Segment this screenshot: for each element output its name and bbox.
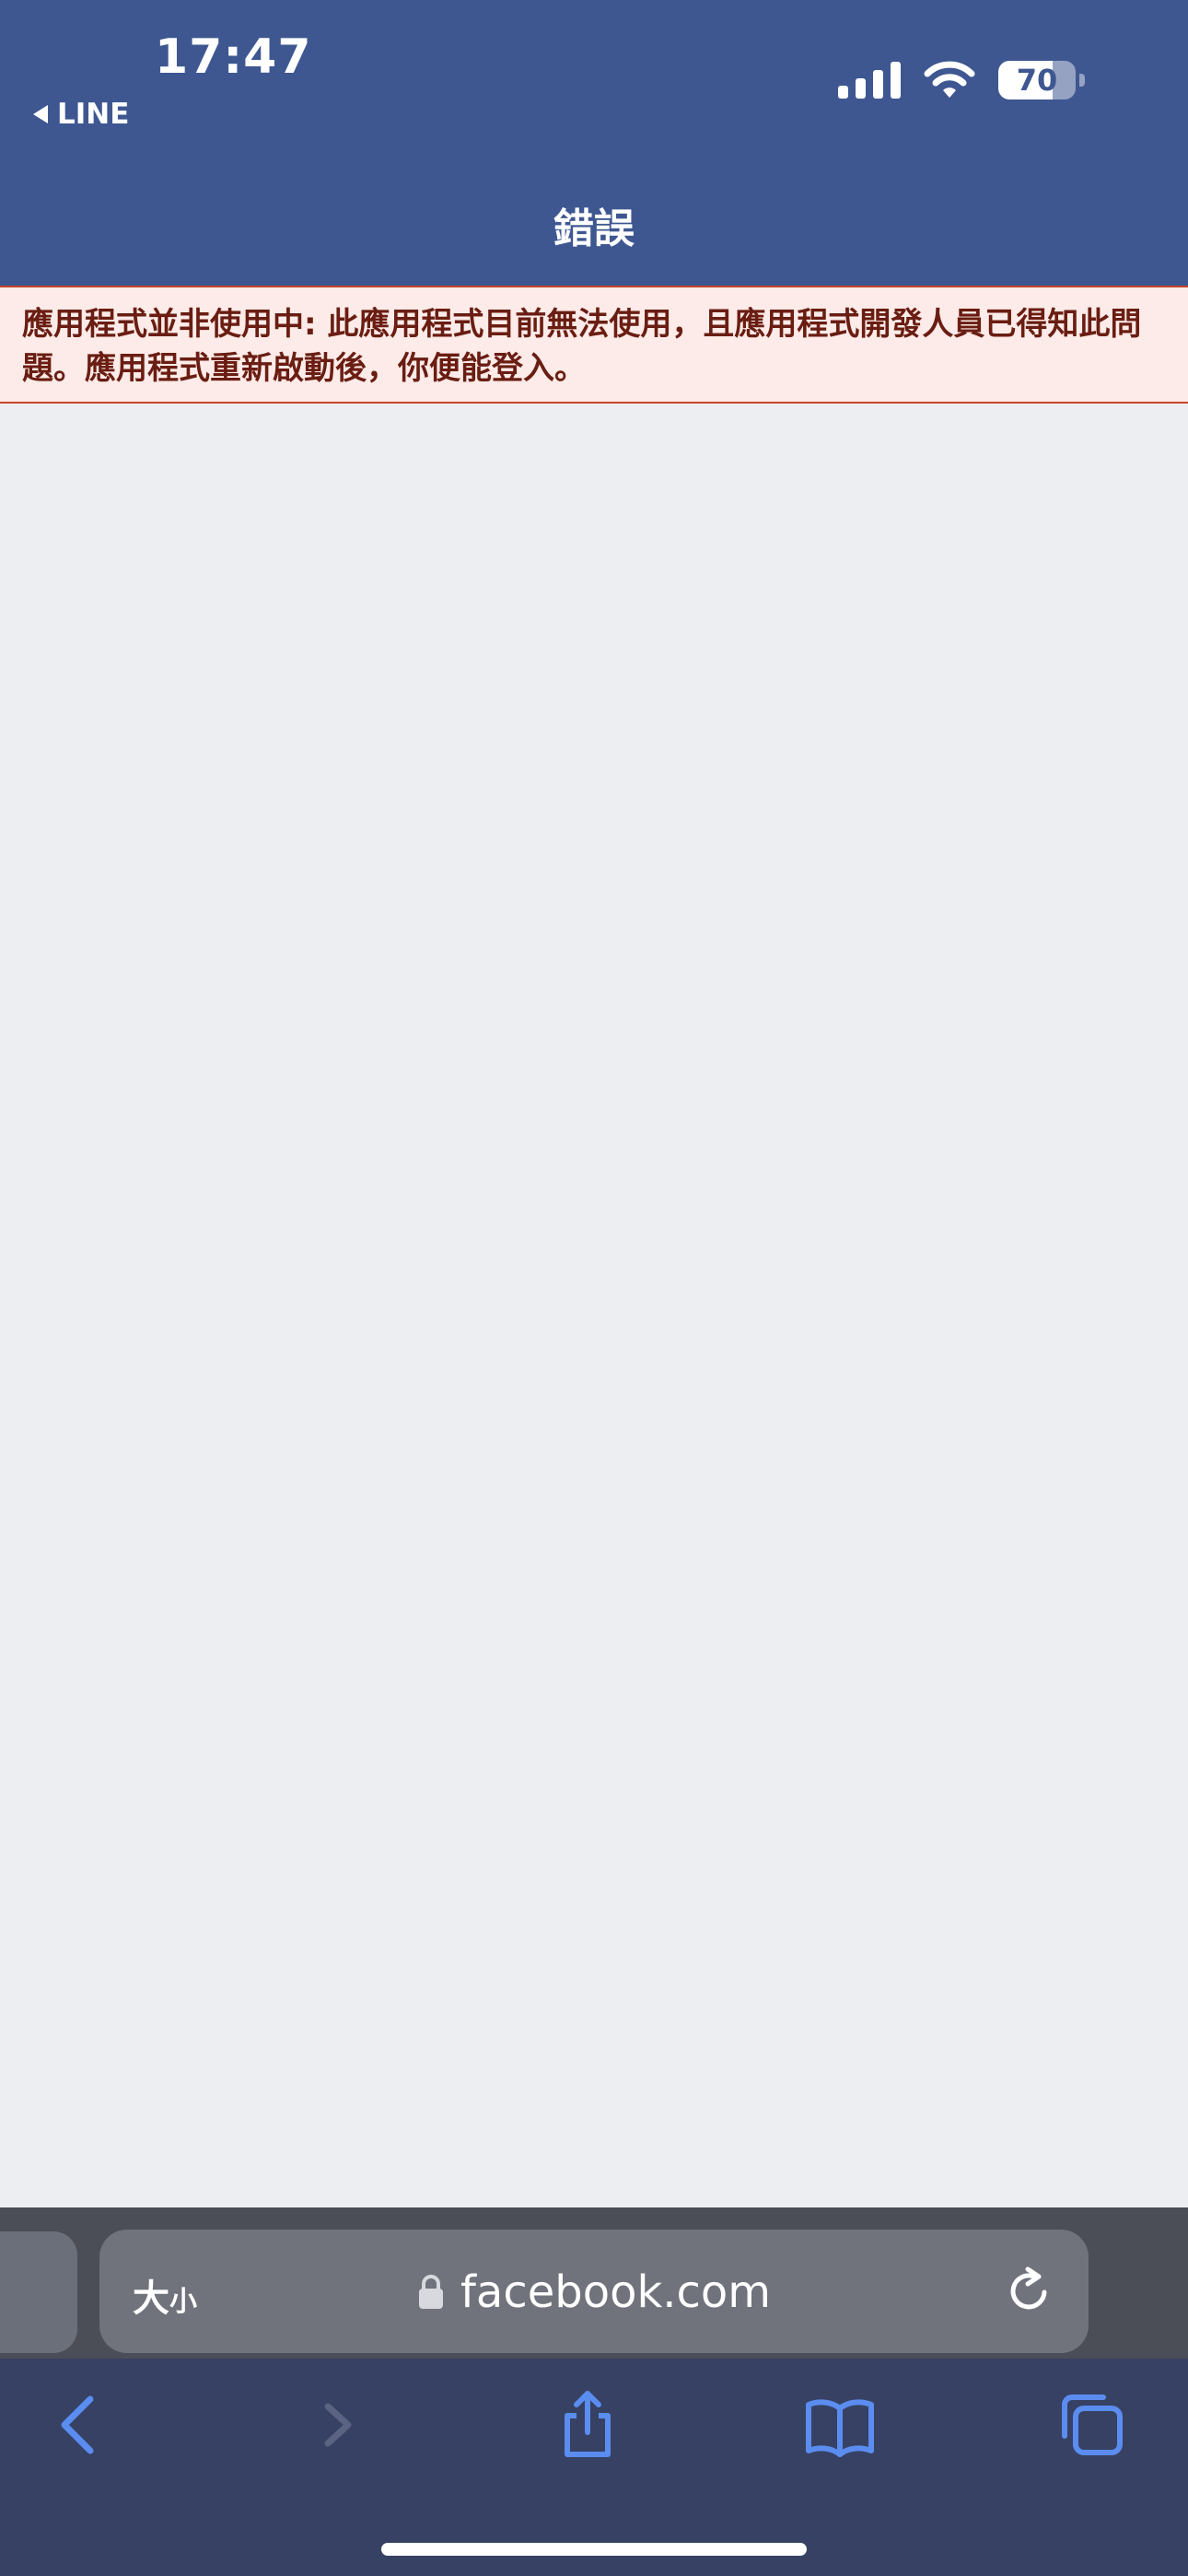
tabs-icon[interactable]	[1055, 2388, 1129, 2462]
chevron-left-icon[interactable]	[42, 2388, 116, 2462]
status-icons: 70	[838, 57, 1085, 103]
status-time: 17:47	[155, 29, 312, 85]
previous-tab-preview[interactable]	[0, 2231, 77, 2353]
page-title: 錯誤	[553, 205, 635, 252]
book-icon[interactable]	[803, 2388, 877, 2462]
back-arrow-icon	[33, 105, 48, 123]
lock-icon	[419, 2275, 443, 2309]
chevron-right-icon[interactable]	[302, 2388, 376, 2462]
back-to-app-link[interactable]: LINE	[33, 96, 129, 133]
error-message: 應用程式並非使用中: 此應用程式目前無法使用，且應用程式開發人員已得知此問題。應…	[22, 306, 1142, 387]
cellular-signal-icon	[838, 62, 901, 99]
battery-icon: 70	[998, 61, 1076, 100]
text-size-small: 小	[169, 2286, 197, 2318]
reload-icon[interactable]	[1004, 2265, 1055, 2316]
share-icon[interactable]	[551, 2388, 624, 2462]
text-size-big: 大	[133, 2277, 169, 2320]
url-text: facebook.com	[460, 2266, 772, 2318]
home-indicator	[381, 2543, 807, 2556]
battery-level: 70	[1016, 63, 1058, 98]
back-app-label: LINE	[57, 98, 130, 131]
text-size-button[interactable]: 大小	[133, 2268, 197, 2322]
error-banner: 應用程式並非使用中: 此應用程式目前無法使用，且應用程式開發人員已得知此問題。應…	[0, 286, 1188, 404]
wifi-icon	[924, 61, 975, 98]
url-display[interactable]: facebook.com	[418, 2263, 771, 2322]
